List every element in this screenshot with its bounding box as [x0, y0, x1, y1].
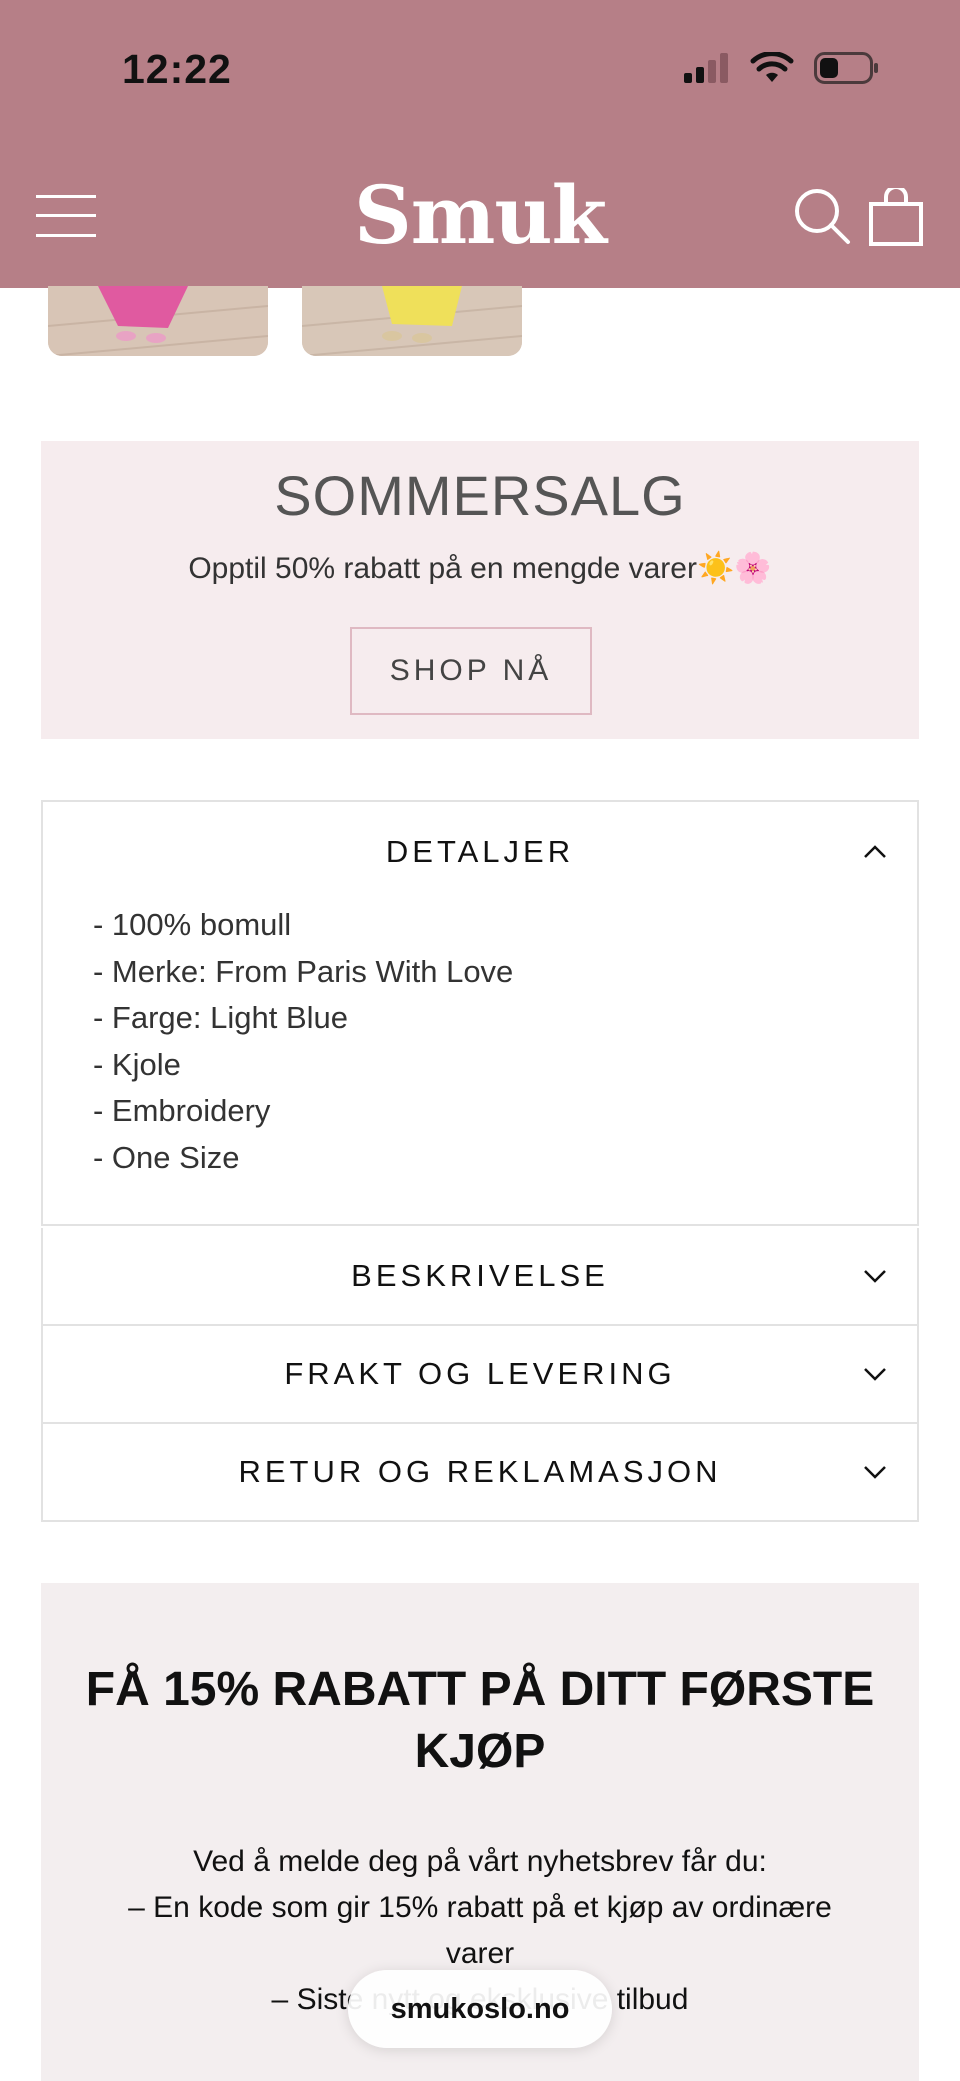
- list-item: - 100% bomull: [93, 907, 292, 942]
- search-icon[interactable]: [792, 186, 852, 246]
- accordion-description-title[interactable]: BESKRIVELSE: [43, 1258, 917, 1294]
- chevron-up-icon[interactable]: [863, 840, 887, 864]
- newsletter-point-discount: – En kode som gir 15% rabatt på et kjøp …: [128, 1891, 832, 1970]
- product-thumbnail-pink[interactable]: [48, 286, 268, 356]
- details-list: - 100% bomull - Merke: From Paris With L…: [93, 902, 513, 1181]
- shop-now-button[interactable]: SHOP NÅ: [350, 627, 592, 715]
- accordion-details-title[interactable]: DETALJER: [43, 834, 917, 870]
- list-item: - Embroidery: [93, 1093, 271, 1128]
- signal-icon: [684, 53, 728, 83]
- accordion-returns[interactable]: RETUR OG REKLAMASJON: [41, 1424, 919, 1522]
- battery-icon: [814, 52, 878, 84]
- summer-sale-banner: SOMMERSALG Opptil 50% rabatt på en mengd…: [41, 441, 919, 739]
- accordion-shipping[interactable]: FRAKT OG LEVERING: [41, 1326, 919, 1424]
- accordion-returns-title[interactable]: RETUR OG REKLAMASJON: [43, 1454, 917, 1490]
- status-icons: [682, 52, 880, 84]
- newsletter-title: FÅ 15% RABATT PÅ DITT FØRSTE KJØP: [85, 1663, 875, 1778]
- accordion-details[interactable]: DETALJER - 100% bomull - Merke: From Par…: [41, 800, 919, 1226]
- chevron-down-icon[interactable]: [863, 1460, 887, 1484]
- chevron-down-icon[interactable]: [863, 1264, 887, 1288]
- site-header: 12:22 Smuk: [0, 0, 960, 288]
- browser-url-bar[interactable]: smukoslo.no: [348, 1970, 612, 2048]
- status-time: 12:22: [122, 46, 232, 92]
- list-item: - One Size: [93, 1139, 240, 1175]
- shopping-bag-icon[interactable]: [868, 188, 924, 246]
- sale-title: SOMMERSALG: [274, 464, 686, 527]
- newsletter-intro: Ved å melde deg på vårt nyhetsbrev får d…: [193, 1845, 767, 1878]
- product-thumbnail-yellow[interactable]: [302, 286, 522, 356]
- chevron-down-icon[interactable]: [863, 1362, 887, 1386]
- product-info-accordion: DETALJER - 100% bomull - Merke: From Par…: [41, 800, 919, 1522]
- sale-subtitle: Opptil 50% rabatt på en mengde varer☀️🌸: [188, 552, 772, 585]
- accordion-description[interactable]: BESKRIVELSE: [41, 1228, 919, 1326]
- list-item: - Farge: Light Blue: [93, 1000, 349, 1035]
- wifi-icon: [750, 52, 794, 82]
- list-item: - Kjole: [93, 1046, 181, 1082]
- accordion-shipping-title[interactable]: FRAKT OG LEVERING: [43, 1356, 917, 1392]
- list-item: - Merke: From Paris With Love: [93, 953, 514, 989]
